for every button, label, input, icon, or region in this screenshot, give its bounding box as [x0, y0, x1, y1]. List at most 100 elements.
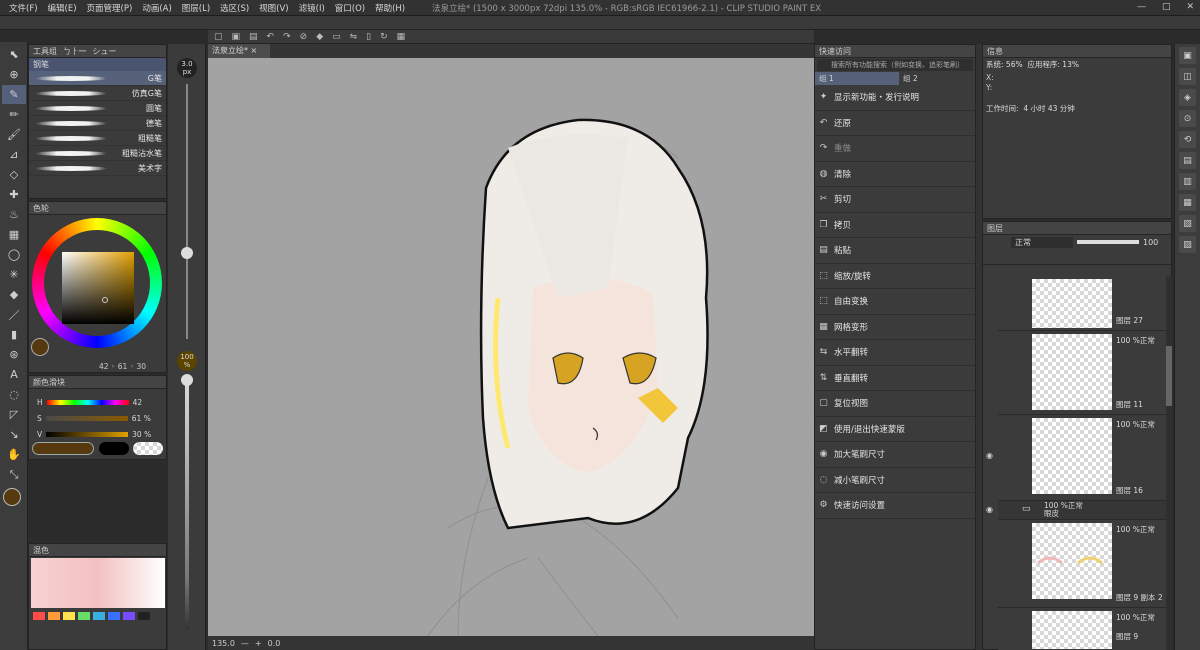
refresh-icon[interactable]: ↻	[380, 32, 388, 42]
tab-group-1[interactable]: 组 1	[815, 72, 899, 85]
minimize-button[interactable]: —	[1137, 2, 1146, 12]
pencil-tool-icon[interactable]: ✏	[2, 105, 26, 124]
quick-access-item[interactable]: ✂ 剪切	[815, 187, 975, 213]
navigator-icon[interactable]: ◫	[1179, 68, 1196, 85]
layer-opacity-slider[interactable]	[1077, 240, 1139, 244]
crop-icon[interactable]: ▭	[332, 32, 341, 42]
info-tab[interactable]: 信息	[987, 46, 1003, 57]
canvas-viewport[interactable]	[208, 58, 814, 636]
gradient-tool-icon[interactable]: ▮	[2, 325, 26, 344]
menu-window[interactable]: 窗口(O)	[330, 2, 370, 14]
material-icon[interactable]: ◈	[1179, 89, 1196, 106]
layer-row[interactable]: 100 %正常 图层 9 副本 2	[998, 520, 1166, 608]
brush-item[interactable]: 粗糙笔	[29, 131, 166, 146]
val-slider[interactable]	[46, 431, 129, 437]
quick-access-item[interactable]: ❐ 拷贝	[815, 213, 975, 238]
brush-item[interactable]: 粗糙沾水笔	[29, 146, 166, 161]
palette-swatch[interactable]	[78, 612, 90, 620]
brush-size-track[interactable]	[186, 84, 188, 339]
save-icon[interactable]: ▤	[249, 32, 258, 42]
grid-icon[interactable]: ▦	[397, 32, 406, 42]
transparent-color-pill[interactable]	[133, 442, 163, 455]
mix-tab[interactable]: 混色	[33, 545, 49, 556]
history-icon[interactable]: ⟲	[1179, 131, 1196, 148]
operation-tool-icon[interactable]: ⬉	[2, 45, 26, 64]
layer-opacity-value[interactable]: 100	[1143, 238, 1158, 247]
layer-folder-row[interactable]: ◉ ▭ 100 %正常 眼皮	[986, 501, 1166, 520]
brush-item[interactable]: 美术字	[29, 161, 166, 176]
zoom-in-icon[interactable]: +	[255, 639, 262, 648]
page-manager-icon[interactable]: ▨	[1179, 236, 1196, 253]
rotation-value[interactable]: 0.0	[268, 639, 281, 648]
search-layer-icon[interactable]: ⊙	[1179, 110, 1196, 127]
quick-access-item[interactable]: ◍ 清除	[815, 162, 975, 187]
lasso-tool-icon[interactable]: ◯	[2, 245, 26, 264]
layer-tab[interactable]: 图层	[987, 223, 1003, 234]
ruler-icon[interactable]: ▯	[366, 32, 371, 42]
hue-ring[interactable]	[32, 218, 162, 348]
close-button[interactable]: ✕	[1186, 2, 1194, 12]
visibility-eye-icon[interactable]: ◉	[986, 451, 993, 460]
eyedropper-tool-icon[interactable]: ⊛	[2, 345, 26, 364]
quick-access-search[interactable]: 搜索所有功能搜索（例如变换、追彩笔刷）	[817, 59, 973, 71]
current-color-swatch[interactable]	[31, 338, 49, 356]
layer-scrollbar-thumb[interactable]	[1166, 346, 1172, 406]
dropper-icon[interactable]: ⤡	[2, 465, 26, 484]
menu-selection[interactable]: 选区(S)	[215, 2, 254, 14]
auto-action-icon[interactable]: ▤	[1179, 152, 1196, 169]
blend-mode-select[interactable]: 正常	[1011, 236, 1073, 248]
brush-item[interactable]: 仿真G笔	[29, 86, 166, 101]
quick-access-item[interactable]: ◉ 加大笔刷尺寸	[815, 442, 975, 468]
opacity-handle[interactable]	[181, 374, 193, 386]
palette-swatch[interactable]	[33, 612, 45, 620]
sub-color-pill[interactable]	[99, 442, 129, 455]
correct-line-icon[interactable]: ↘	[2, 425, 26, 444]
menu-filter[interactable]: 滤镜(I)	[294, 2, 330, 14]
eraser-tool-icon[interactable]: ◇	[2, 165, 26, 184]
palette-swatch[interactable]	[63, 612, 75, 620]
color-picker-cursor[interactable]	[102, 297, 108, 303]
timeline-icon[interactable]: ▦	[1179, 194, 1196, 211]
ruler-tool-icon[interactable]: ◸	[2, 405, 26, 424]
sat-slider[interactable]	[45, 415, 128, 421]
maximize-button[interactable]: □	[1162, 2, 1171, 12]
zoom-value[interactable]: 135.0	[212, 639, 235, 648]
blend-tool-icon[interactable]: ♨	[2, 205, 26, 224]
menu-file[interactable]: 文件(F)	[4, 2, 43, 14]
tab-pen[interactable]: 钢笔	[29, 58, 166, 71]
open-icon[interactable]: ▣	[232, 32, 241, 42]
quick-access-item[interactable]: ⇅ 垂直翻转	[815, 366, 975, 391]
saturation-value-square[interactable]	[62, 252, 134, 324]
brush-item[interactable]: 德笔	[29, 116, 166, 131]
quick-access-item[interactable]: ◌ 减小笔刷尺寸	[815, 468, 975, 493]
quick-access-item[interactable]: ⇆ 水平翻转	[815, 340, 975, 366]
menu-view[interactable]: 视图(V)	[254, 2, 293, 14]
brush-item[interactable]: 圆笔	[29, 101, 166, 116]
opacity-track[interactable]	[185, 375, 189, 630]
color-slider-tab[interactable]: 颜色滑块	[33, 377, 65, 388]
new-file-icon[interactable]: ▢	[214, 32, 223, 42]
tab-tool-group[interactable]: 工具组	[33, 46, 57, 57]
tab-tool-c[interactable]: シュー	[92, 46, 116, 57]
menu-help[interactable]: 帮助(H)	[370, 2, 410, 14]
layer-property-icon[interactable]: ▣	[1179, 47, 1196, 64]
palette-swatch[interactable]	[108, 612, 120, 620]
zoom-out-icon[interactable]: —	[241, 639, 249, 648]
quick-access-item[interactable]: ⬚ 自由变换	[815, 289, 975, 315]
palette-swatch[interactable]	[48, 612, 60, 620]
main-color-swatch[interactable]	[3, 488, 21, 506]
pen-tool-icon[interactable]: ✎	[2, 85, 26, 104]
fill-tool-icon[interactable]: ◆	[2, 285, 26, 304]
palette-swatch[interactable]	[138, 612, 150, 620]
hue-slider[interactable]	[46, 399, 129, 405]
quick-access-item[interactable]: ▢ 复位视图	[815, 391, 975, 417]
tab-group-2[interactable]: 组 2	[899, 72, 975, 85]
quick-access-item[interactable]: ▦ 网格变形	[815, 315, 975, 340]
fill-icon[interactable]: ◆	[316, 32, 323, 42]
palette-swatch[interactable]	[93, 612, 105, 620]
undo-toolbar-icon[interactable]: ↶	[267, 32, 275, 42]
quick-access-item[interactable]: ↷ 重做	[815, 136, 975, 162]
item-bank-icon[interactable]: ▥	[1179, 173, 1196, 190]
layer-scrollbar[interactable]	[1166, 276, 1172, 650]
layer-row[interactable]: ◉ 100 %正常 图层 16	[986, 415, 1166, 501]
